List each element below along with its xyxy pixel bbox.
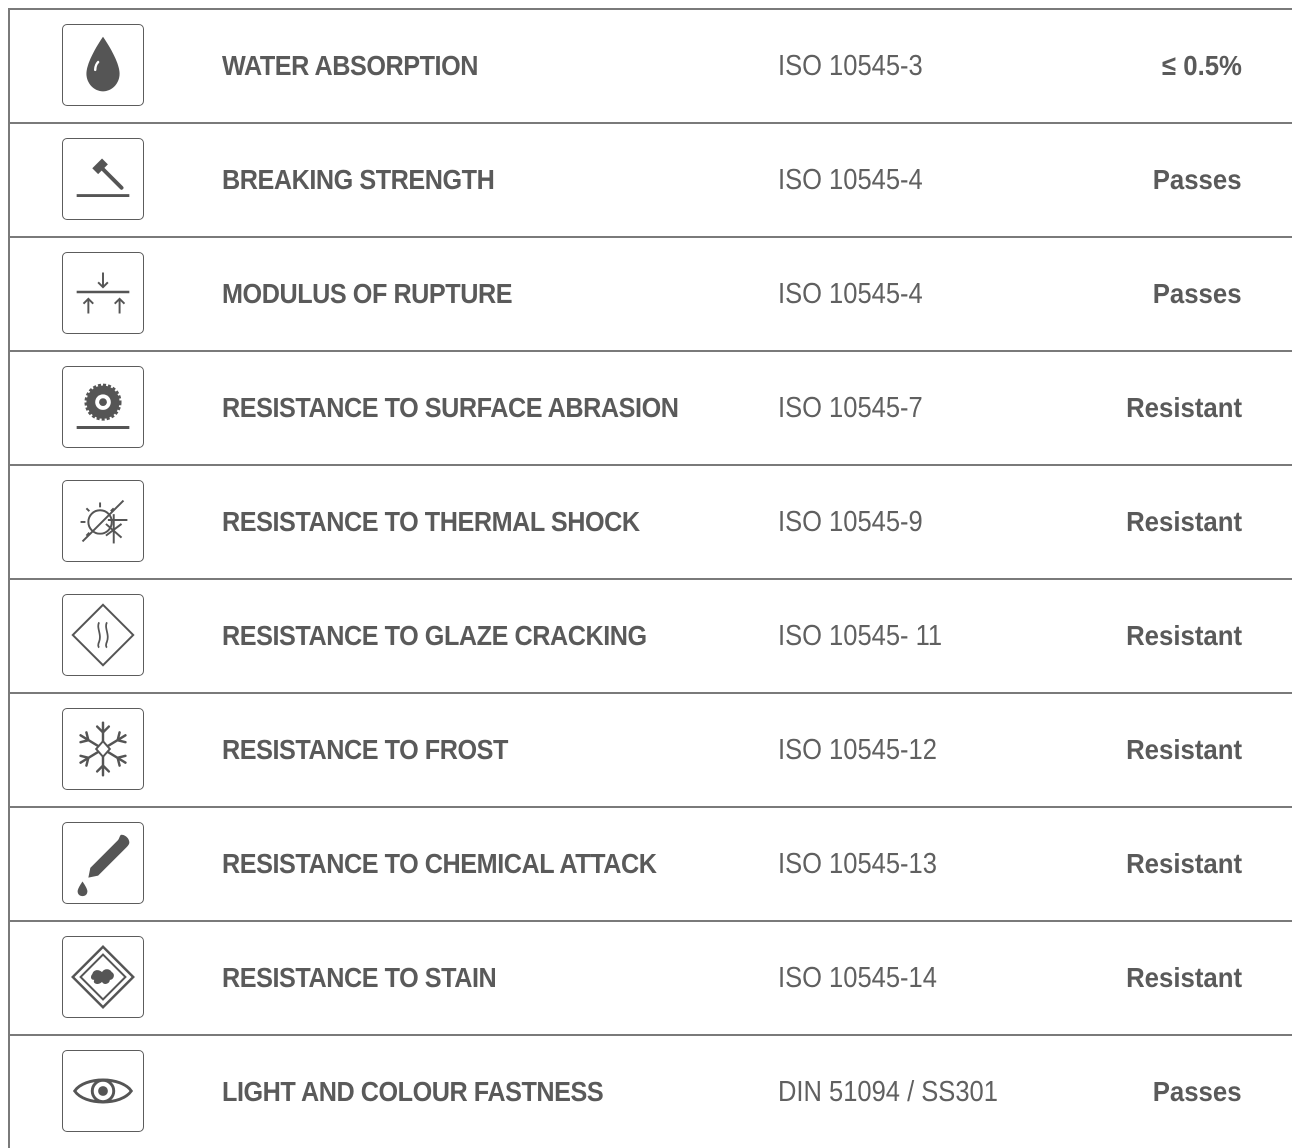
table-row: WATER ABSORPTION ISO 10545-3 ≤ 0.5% [10,10,1292,124]
test-standard: ISO 10545-7 [778,392,923,424]
table-row: RESISTANCE TO GLAZE CRACKING ISO 10545- … [10,580,1292,694]
test-result: Passes [1153,278,1242,309]
test-standard: ISO 10545-13 [778,848,937,880]
property-name: MODULUS OF RUPTURE [222,278,513,309]
property-name: LIGHT AND COLOUR FASTNESS [222,1076,604,1107]
test-result: ≤ 0.5% [1161,50,1242,81]
test-standard: ISO 10545- 11 [778,620,943,652]
test-result: Passes [1153,164,1242,195]
abrasion-disc-icon [62,366,144,448]
thermal-shock-icon [62,480,144,562]
test-result: Resistant [1126,392,1242,423]
test-result: Resistant [1126,620,1242,651]
test-result: Passes [1153,1076,1242,1107]
glaze-cracking-icon [62,594,144,676]
property-name: RESISTANCE TO GLAZE CRACKING [222,620,647,651]
water-drop-icon [62,24,144,106]
table-row: LIGHT AND COLOUR FASTNESS DIN 51094 / SS… [10,1036,1292,1148]
table-row: RESISTANCE TO FROST ISO 10545-12 Resista… [10,694,1292,808]
property-name: RESISTANCE TO THERMAL SHOCK [222,506,640,537]
property-name: RESISTANCE TO CHEMICAL ATTACK [222,848,657,879]
rupture-arrows-icon [62,252,144,334]
test-standard: ISO 10545-3 [778,50,923,82]
test-standard: ISO 10545-4 [778,278,923,310]
table-row: BREAKING STRENGTH ISO 10545-4 Passes [10,124,1292,238]
hammer-icon [62,138,144,220]
test-result: Resistant [1126,506,1242,537]
pipette-icon [62,822,144,904]
test-standard: ISO 10545-9 [778,506,923,538]
test-result: Resistant [1126,848,1242,879]
test-standard: ISO 10545-12 [778,734,937,766]
property-name: WATER ABSORPTION [222,50,479,81]
property-name: BREAKING STRENGTH [222,164,495,195]
table-row: MODULUS OF RUPTURE ISO 10545-4 Passes [10,238,1292,352]
property-name: RESISTANCE TO SURFACE ABRASION [222,392,679,423]
test-standard: DIN 51094 / SS301 [778,1076,998,1108]
specifications-table: WATER ABSORPTION ISO 10545-3 ≤ 0.5% BREA… [8,8,1292,1148]
table-row: RESISTANCE TO THERMAL SHOCK ISO 10545-9 … [10,466,1292,580]
stain-icon [62,936,144,1018]
snowflake-icon [62,708,144,790]
test-result: Resistant [1126,734,1242,765]
property-name: RESISTANCE TO STAIN [222,962,497,993]
test-result: Resistant [1126,962,1242,993]
table-row: RESISTANCE TO CHEMICAL ATTACK ISO 10545-… [10,808,1292,922]
test-standard: ISO 10545-14 [778,962,937,994]
table-row: RESISTANCE TO SURFACE ABRASION ISO 10545… [10,352,1292,466]
table-row: RESISTANCE TO STAIN ISO 10545-14 Resista… [10,922,1292,1036]
eye-icon [62,1050,144,1132]
test-standard: ISO 10545-4 [778,164,923,196]
property-name: RESISTANCE TO FROST [222,734,508,765]
